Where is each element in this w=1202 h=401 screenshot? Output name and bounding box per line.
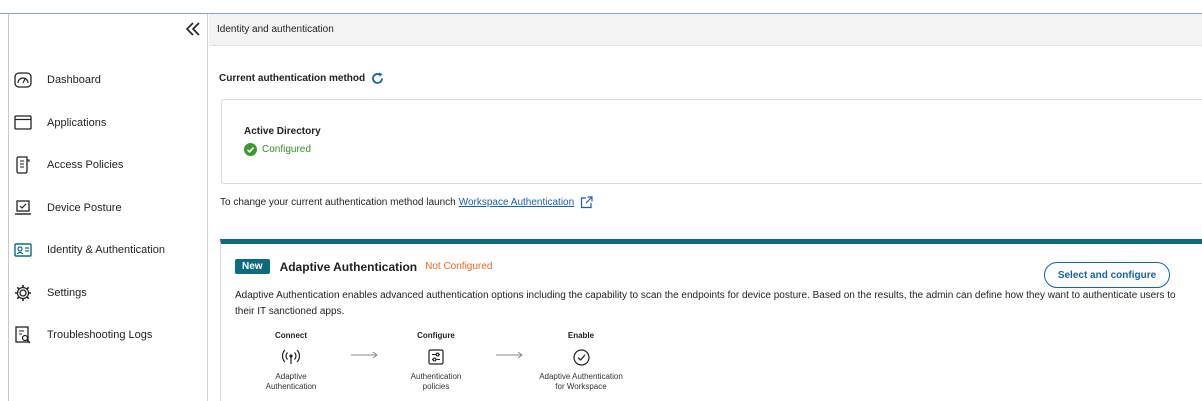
adaptive-header: New Adaptive Authentication Not Configur… — [235, 259, 492, 274]
step-label-line: for Workspace — [555, 382, 607, 391]
window-top-border — [0, 0, 1202, 14]
gear-icon — [14, 284, 32, 302]
sidebar-item-applications[interactable]: Applications — [9, 102, 207, 145]
main-content: Identity and authentication Current auth… — [209, 14, 1202, 401]
breadcrumb: Identity and authentication — [209, 14, 1202, 46]
sidebar-item-label: Settings — [47, 286, 87, 299]
step-label: Adaptive Authentication for Workspace — [526, 372, 636, 392]
external-link-icon[interactable] — [580, 196, 593, 209]
gauge-icon — [14, 71, 32, 89]
step-label-line: Adaptive — [275, 372, 307, 381]
setup-steps: Connect Adaptive Authentication Configur… — [246, 331, 666, 401]
id-card-icon — [14, 241, 32, 259]
scroll-icon — [14, 156, 32, 174]
page-title: Identity and authentication — [217, 24, 334, 35]
change-method-text: To change your current authentication me… — [220, 197, 456, 208]
laptop-check-icon — [14, 199, 32, 217]
sidebar-item-label: Device Posture — [47, 201, 122, 214]
step-label-line: Adaptive Authentication — [539, 372, 623, 381]
current-method-card: Active Directory Configured — [221, 99, 1202, 184]
step-label-line: Authentication — [265, 382, 317, 391]
double-chevron-left-icon — [185, 22, 200, 36]
adaptive-title: Adaptive Authentication — [279, 259, 418, 274]
sidebar-item-settings[interactable]: Settings — [9, 272, 207, 315]
sliders-icon — [391, 346, 481, 368]
step-label-line: policies — [422, 382, 450, 391]
sidebar-item-label: Troubleshooting Logs — [47, 329, 153, 342]
step-title: Enable — [567, 331, 595, 340]
check-circle-icon — [526, 346, 636, 368]
workspace-authentication-link[interactable]: Workspace Authentication — [459, 197, 574, 208]
select-and-configure-button[interactable]: Select and configure — [1044, 262, 1170, 288]
current-auth-heading: Current authentication method — [219, 72, 384, 85]
sidebar-item-dashboard[interactable]: Dashboard — [9, 59, 207, 102]
sidebar: Dashboard Applications Access Policies D… — [8, 14, 208, 401]
step-label: Adaptive Authentication — [246, 372, 336, 392]
adaptive-authentication-card: New Adaptive Authentication Not Configur… — [220, 239, 1202, 401]
method-name: Active Directory — [244, 126, 321, 137]
sidebar-item-label: Applications — [47, 116, 107, 129]
status-badge: Configured — [244, 143, 311, 156]
log-search-icon — [14, 326, 32, 344]
step-title: Connect — [275, 331, 307, 340]
status-text: Configured — [262, 144, 311, 155]
arrow-right-icon — [351, 351, 378, 359]
step-configure: Configure Authentication policies — [391, 331, 481, 392]
new-badge: New — [235, 259, 270, 274]
sidebar-item-access-policies[interactable]: Access Policies — [9, 144, 207, 187]
arrow-right-icon — [496, 351, 523, 359]
status-badge: Not Configured — [425, 261, 493, 272]
window-icon — [14, 114, 32, 132]
step-title: Configure — [417, 331, 455, 340]
step-enable: Enable Adaptive Authentication for Works… — [526, 331, 636, 392]
refresh-icon[interactable] — [371, 72, 384, 85]
collapse-sidebar-button[interactable] — [183, 20, 203, 38]
sidebar-item-identity-authentication[interactable]: Identity & Authentication — [9, 229, 207, 272]
adaptive-description: Adaptive Authentication enables advanced… — [235, 290, 1176, 317]
broadcast-icon — [246, 346, 336, 368]
sidebar-item-label: Dashboard — [47, 74, 101, 87]
step-label: Authentication policies — [391, 372, 481, 392]
step-label-line: Authentication — [410, 372, 462, 381]
check-circle-icon — [244, 143, 257, 156]
change-method-line: To change your current authentication me… — [220, 196, 593, 209]
sidebar-item-label: Identity & Authentication — [47, 244, 166, 257]
sidebar-item-device-posture[interactable]: Device Posture — [9, 187, 207, 230]
step-connect: Connect Adaptive Authentication — [246, 331, 336, 392]
sidebar-item-label: Access Policies — [47, 159, 124, 172]
current-auth-title: Current authentication method — [219, 73, 366, 84]
sidebar-nav: Dashboard Applications Access Policies D… — [9, 59, 207, 357]
sidebar-item-troubleshooting-logs[interactable]: Troubleshooting Logs — [9, 314, 207, 357]
